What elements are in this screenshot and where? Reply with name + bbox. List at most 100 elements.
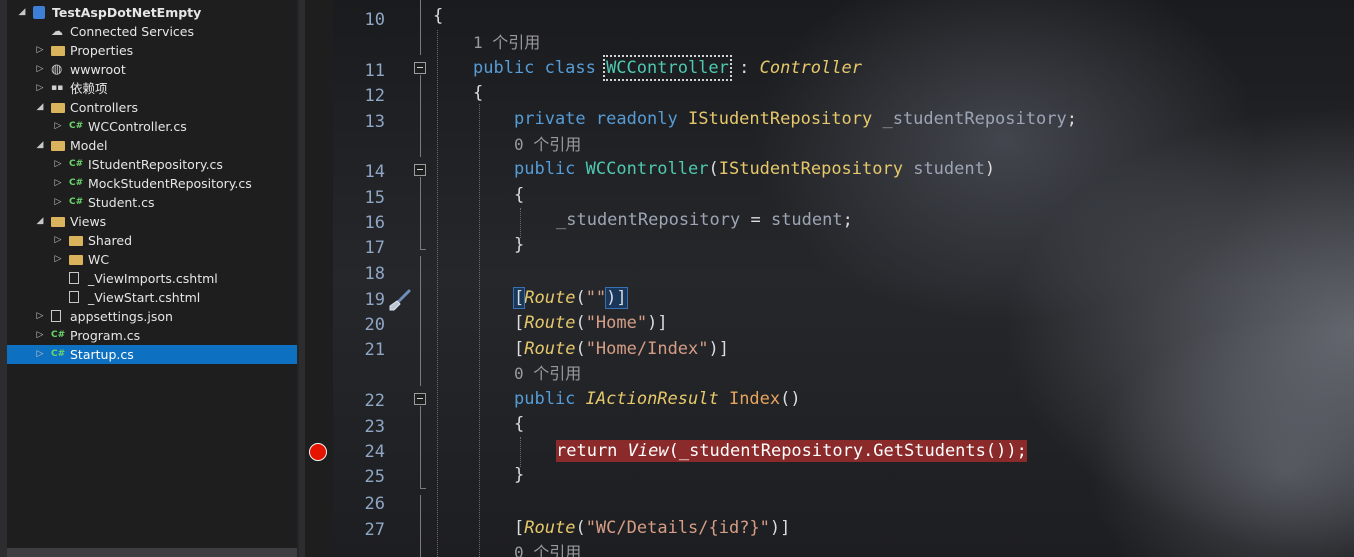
tree-item-mockstudentrepository-cs[interactable]: ▷ C# MockStudentRepository.cs — [7, 174, 297, 193]
code-line-20[interactable]: [Route("Home")] — [514, 312, 668, 334]
explorer-horizontal-scrollbar[interactable] — [7, 548, 297, 557]
attribute-name: Route — [524, 288, 576, 308]
collapse-arrow-icon[interactable]: ◢ — [35, 98, 45, 117]
expand-arrow-icon[interactable]: ▷ — [35, 79, 45, 98]
quick-actions-brush-icon[interactable] — [387, 287, 413, 313]
code-line-11[interactable]: public class WCController : Controller — [473, 55, 862, 81]
code-line-22[interactable]: public IActionResult Index() — [514, 388, 801, 410]
expand-arrow-icon[interactable]: ▷ — [53, 250, 63, 269]
tree-item-label: Shared — [88, 233, 133, 248]
tree-item-viewimports-cshtml[interactable]: _ViewImports.cshtml — [7, 269, 297, 288]
expand-arrow-icon[interactable]: ▷ — [35, 60, 45, 79]
tree-item-label: IStudentRepository.cs — [88, 157, 223, 172]
line-number: 17 — [364, 238, 385, 258]
line-number: 27 — [364, 520, 385, 540]
expand-arrow-icon[interactable]: ▷ — [53, 155, 63, 174]
breakpoint-icon[interactable] — [309, 443, 327, 461]
codelens-references[interactable]: 0 个引用 — [514, 364, 581, 384]
field-name: _studentRepository — [872, 109, 1067, 129]
collapse-arrow-icon[interactable]: ◢ — [17, 3, 27, 22]
project-icon — [33, 6, 45, 19]
solution-tree: ◢ TestAspDotNetEmpty ☁ Connected Services ▷ P… — [7, 0, 297, 557]
tree-item-properties[interactable]: ▷ Properties — [7, 41, 297, 60]
expand-arrow-icon[interactable]: ▷ — [53, 174, 63, 193]
keyword: return — [556, 441, 628, 461]
bracket: )] — [769, 518, 791, 538]
expand-arrow-icon[interactable]: ▷ — [53, 117, 63, 136]
tree-item-viewstart-cshtml[interactable]: _ViewStart.cshtml — [7, 288, 297, 307]
tree-item-controllers[interactable]: ◢ Controllers — [7, 98, 297, 117]
tree-item-shared[interactable]: ▷ Shared — [7, 231, 297, 250]
properties-icon — [51, 46, 65, 56]
string-literal: "" — [585, 288, 607, 308]
tree-item-label: WC — [88, 252, 110, 267]
tree-item-label: appsettings.json — [70, 309, 173, 324]
expand-arrow-icon[interactable]: ▷ — [53, 193, 63, 212]
bracket: )] — [647, 313, 668, 333]
tree-item-model[interactable]: ◢ Model — [7, 136, 297, 155]
code-line-25[interactable]: } — [514, 464, 524, 486]
code-line-27[interactable]: [Route("WC/Details/{id?}")] — [514, 517, 790, 539]
codelens-references[interactable]: 0 个引用 — [514, 543, 581, 557]
tree-item-wc[interactable]: ▷ WC — [7, 250, 297, 269]
code-line-10[interactable]: { — [433, 5, 443, 27]
method-name: Index — [718, 389, 781, 409]
code-editor[interactable]: 10 11 12 13 14 15 16 17 18 19 20 21 22 2… — [305, 0, 1354, 557]
tree-item-student-cs[interactable]: ▷ C# Student.cs — [7, 193, 297, 212]
expand-arrow-icon[interactable]: ▷ — [35, 326, 45, 345]
code-line-16[interactable]: _studentRepository = student; — [556, 209, 853, 231]
tree-item-appsettings-json[interactable]: ▷ appsettings.json — [7, 307, 297, 326]
explorer-vertical-scrollbar[interactable] — [0, 0, 7, 557]
globe-icon: ◍ — [51, 62, 63, 77]
folder-icon — [51, 141, 65, 151]
tree-item-wwwroot[interactable]: ▷ ◍ wwwroot — [7, 60, 297, 79]
code-line-17[interactable]: } — [514, 234, 524, 256]
code-line-14[interactable]: public WCController(IStudentRepository s… — [514, 158, 995, 180]
code-line-21[interactable]: [Route("Home/Index")] — [514, 338, 729, 360]
brace: { — [514, 185, 525, 205]
collapse-region-icon[interactable] — [414, 393, 426, 405]
code-line-15[interactable]: { — [514, 184, 524, 206]
codelens-references[interactable]: 0 个引用 — [514, 135, 581, 155]
collapse-region-icon[interactable] — [414, 164, 426, 176]
bracket: )] — [605, 287, 628, 309]
razor-file-icon — [69, 291, 79, 303]
collapse-region-icon[interactable] — [414, 62, 426, 74]
code-line-12[interactable]: { — [473, 82, 483, 104]
csharp-file-icon: C# — [69, 121, 84, 131]
tree-item-wccontroller-cs[interactable]: ▷ C# WCController.cs — [7, 117, 297, 136]
code-line-13[interactable]: private readonly IStudentRepository _stu… — [514, 108, 1077, 130]
code-line-19[interactable]: [Route("")] — [512, 287, 628, 309]
attribute-name: Route — [524, 339, 576, 359]
csharp-file-icon: C# — [51, 330, 66, 340]
expand-arrow-icon[interactable]: ▷ — [35, 41, 45, 60]
tree-item-label: Student.cs — [88, 195, 155, 210]
tree-item-startup-cs[interactable]: ▷ C# Startup.cs — [7, 345, 297, 364]
json-file-icon — [51, 310, 61, 322]
class-name: WCController — [603, 55, 732, 81]
line-number: 22 — [364, 391, 385, 411]
tree-item-connected-services[interactable]: ☁ Connected Services — [7, 22, 297, 41]
tree-item-label: 依赖项 — [70, 81, 108, 96]
code-line-24-breakpoint[interactable]: return View(_studentRepository.GetStuden… — [556, 440, 1027, 462]
expand-arrow-icon[interactable]: ▷ — [35, 307, 45, 326]
codelens-references[interactable]: 1 个引用 — [473, 33, 540, 53]
collapse-arrow-icon[interactable]: ◢ — [35, 136, 45, 155]
method-name: View — [627, 441, 669, 461]
expand-arrow-icon[interactable]: ▷ — [35, 345, 45, 364]
tree-item-istudentrepository-cs[interactable]: ▷ C# IStudentRepository.cs — [7, 155, 297, 174]
tree-item-[interactable]: ▷ ▪▪ 依赖项 — [7, 79, 297, 98]
tree-item-program-cs[interactable]: ▷ C# Program.cs — [7, 326, 297, 345]
collapse-arrow-icon[interactable]: ◢ — [35, 212, 45, 231]
statement: (_studentRepository.GetStudents()); — [668, 441, 1027, 461]
tree-item-views[interactable]: ◢ Views — [7, 212, 297, 231]
line-number: 14 — [364, 162, 385, 182]
breakpoint-margin[interactable] — [305, 0, 333, 557]
outline-end — [420, 488, 426, 489]
expand-arrow-icon[interactable]: ▷ — [53, 231, 63, 250]
tree-item-testaspdotnetempty[interactable]: ◢ TestAspDotNetEmpty — [7, 3, 297, 22]
attribute-name: Route — [524, 518, 576, 538]
brace: { — [433, 6, 444, 26]
code-line-23[interactable]: { — [514, 413, 524, 435]
colon: : — [728, 58, 760, 78]
